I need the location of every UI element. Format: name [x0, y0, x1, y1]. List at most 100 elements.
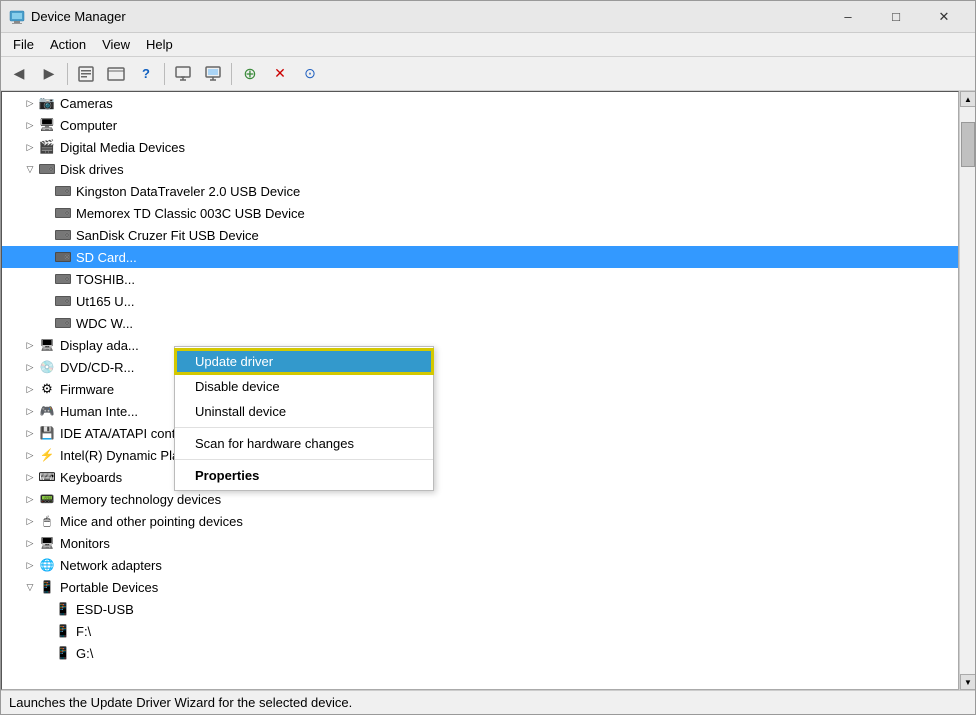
- tree-item-monitors[interactable]: ▷ Monitors: [2, 532, 958, 554]
- uninstall-device-label: Uninstall device: [195, 404, 286, 419]
- tree-item-memorex[interactable]: Memorex TD Classic 003C USB Device: [2, 202, 958, 224]
- menu-view[interactable]: View: [94, 34, 138, 56]
- tree-item-computer[interactable]: ▷ Computer: [2, 114, 958, 136]
- tree-item-sandisk[interactable]: SanDisk Cruzer Fit USB Device: [2, 224, 958, 246]
- portable-icon: [38, 578, 56, 596]
- tree-item-disk-drives[interactable]: ▽ Disk drives: [2, 158, 958, 180]
- update-driver-tb-button[interactable]: ⊙: [296, 60, 324, 88]
- memorex-label: Memorex TD Classic 003C USB Device: [76, 206, 305, 221]
- context-menu-separator-2: [175, 459, 433, 460]
- kingston-icon: [54, 182, 72, 200]
- monitor-button[interactable]: [169, 60, 197, 88]
- scroll-track[interactable]: [960, 107, 975, 674]
- expand-icon-monitors: ▷: [22, 535, 38, 551]
- portable-label: Portable Devices: [60, 580, 158, 595]
- remove-button[interactable]: ✕: [266, 60, 294, 88]
- context-menu: Update driver Disable device Uninstall d…: [174, 346, 434, 491]
- ide-icon: [38, 424, 56, 442]
- memory-tech-label: Memory technology devices: [60, 492, 221, 507]
- close-button[interactable]: ✕: [921, 2, 967, 32]
- ut165-icon: [54, 292, 72, 310]
- help-button[interactable]: ?: [132, 60, 160, 88]
- network-adapters-label: Network adapters: [60, 558, 162, 573]
- keyboards-icon: [38, 468, 56, 486]
- scroll-thumb[interactable]: [961, 122, 975, 167]
- computer-icon: [38, 116, 56, 134]
- tree-item-mice[interactable]: ▷ Mice and other pointing devices: [2, 510, 958, 532]
- expand-icon-computer: ▷: [22, 117, 38, 133]
- show-details-button[interactable]: [102, 60, 130, 88]
- back-button[interactable]: ◀: [5, 60, 33, 88]
- ut165-label: Ut165 U...: [76, 294, 135, 309]
- tree-item-gbackslash[interactable]: G:\: [2, 642, 958, 664]
- maximize-button[interactable]: □: [873, 2, 919, 32]
- monitor-alt-button[interactable]: [199, 60, 227, 88]
- tree-item-intel[interactable]: ▷ Intel(R) Dynamic Platform and Thermal …: [2, 444, 958, 466]
- menu-bar: File Action View Help: [1, 33, 975, 57]
- tree-item-hid[interactable]: ▷ Human Inte...: [2, 400, 958, 422]
- expand-icon-g: [38, 645, 54, 661]
- g-label: G:\: [76, 646, 93, 661]
- firmware-icon: [38, 380, 56, 398]
- disk-drives-icon: [38, 160, 56, 178]
- context-menu-scan-hardware[interactable]: Scan for hardware changes: [175, 431, 433, 456]
- context-menu-update-driver[interactable]: Update driver: [175, 349, 433, 374]
- menu-help[interactable]: Help: [138, 34, 181, 56]
- disk-drives-label: Disk drives: [60, 162, 124, 177]
- properties-button[interactable]: [72, 60, 100, 88]
- expand-icon-cameras: ▷: [22, 95, 38, 111]
- context-menu-separator-1: [175, 427, 433, 428]
- scan-button[interactable]: ⊕: [236, 60, 264, 88]
- device-tree[interactable]: ▷ Cameras ▷ Computer ▷ Digital Media Dev…: [1, 91, 959, 690]
- mice-icon: [38, 512, 56, 530]
- status-text: Launches the Update Driver Wizard for th…: [9, 695, 352, 710]
- expand-icon-sandisk: [38, 227, 54, 243]
- menu-file[interactable]: File: [5, 34, 42, 56]
- context-menu-uninstall-device[interactable]: Uninstall device: [175, 399, 433, 424]
- tree-item-dvd[interactable]: ▷ DVD/CD-R...: [2, 356, 958, 378]
- expand-icon-portable: ▽: [22, 579, 38, 595]
- tree-item-portable-devices[interactable]: ▽ Portable Devices: [2, 576, 958, 598]
- tree-item-esd-usb[interactable]: ESD-USB: [2, 598, 958, 620]
- tree-item-digital-media[interactable]: ▷ Digital Media Devices: [2, 136, 958, 158]
- tree-item-kingston[interactable]: Kingston DataTraveler 2.0 USB Device: [2, 180, 958, 202]
- sandisk-label: SanDisk Cruzer Fit USB Device: [76, 228, 259, 243]
- minimize-button[interactable]: –: [825, 2, 871, 32]
- status-bar: Launches the Update Driver Wizard for th…: [1, 690, 975, 714]
- context-menu-disable-device[interactable]: Disable device: [175, 374, 433, 399]
- expand-icon-disk-drives: ▽: [22, 161, 38, 177]
- network-icon: [38, 556, 56, 574]
- expand-icon-mice: ▷: [22, 513, 38, 529]
- tree-item-network-adapters[interactable]: ▷ Network adapters: [2, 554, 958, 576]
- forward-button[interactable]: ▶: [35, 60, 63, 88]
- dvd-label: DVD/CD-R...: [60, 360, 134, 375]
- title-bar: Device Manager – □ ✕: [1, 1, 975, 33]
- tree-item-wdcw[interactable]: WDC W...: [2, 312, 958, 334]
- tree-item-toshib[interactable]: TOSHIB...: [2, 268, 958, 290]
- window-title: Device Manager: [31, 9, 825, 24]
- expand-icon-f: [38, 623, 54, 639]
- scrollbar[interactable]: ▲ ▼: [959, 91, 975, 690]
- f-icon: [54, 622, 72, 640]
- tree-item-ide[interactable]: ▷ IDE ATA/ATAPI controllers: [2, 422, 958, 444]
- dvd-icon: [38, 358, 56, 376]
- tree-item-fbackslash[interactable]: F:\: [2, 620, 958, 642]
- intel-icon: [38, 446, 56, 464]
- expand-icon-keyboards: ▷: [22, 469, 38, 485]
- scroll-up-arrow[interactable]: ▲: [960, 91, 975, 107]
- tree-item-memory-tech[interactable]: ▷ Memory technology devices: [2, 488, 958, 510]
- tree-item-keyboards[interactable]: ▷ Keyboards: [2, 466, 958, 488]
- scroll-down-arrow[interactable]: ▼: [960, 674, 975, 690]
- tree-item-display-adapters[interactable]: ▷ Display ada...: [2, 334, 958, 356]
- context-menu-properties[interactable]: Properties: [175, 463, 433, 488]
- expand-icon-memorex: [38, 205, 54, 221]
- sdcard-label: SD Card...: [76, 250, 137, 265]
- digital-media-label: Digital Media Devices: [60, 140, 185, 155]
- toolbar-separator-3: [231, 63, 232, 85]
- tree-item-ut165[interactable]: Ut165 U...: [2, 290, 958, 312]
- tree-item-cameras[interactable]: ▷ Cameras: [2, 92, 958, 114]
- tree-item-firmware[interactable]: ▷ Firmware: [2, 378, 958, 400]
- expand-icon-firmware: ▷: [22, 381, 38, 397]
- tree-item-sdcard[interactable]: SD Card...: [2, 246, 958, 268]
- menu-action[interactable]: Action: [42, 34, 94, 56]
